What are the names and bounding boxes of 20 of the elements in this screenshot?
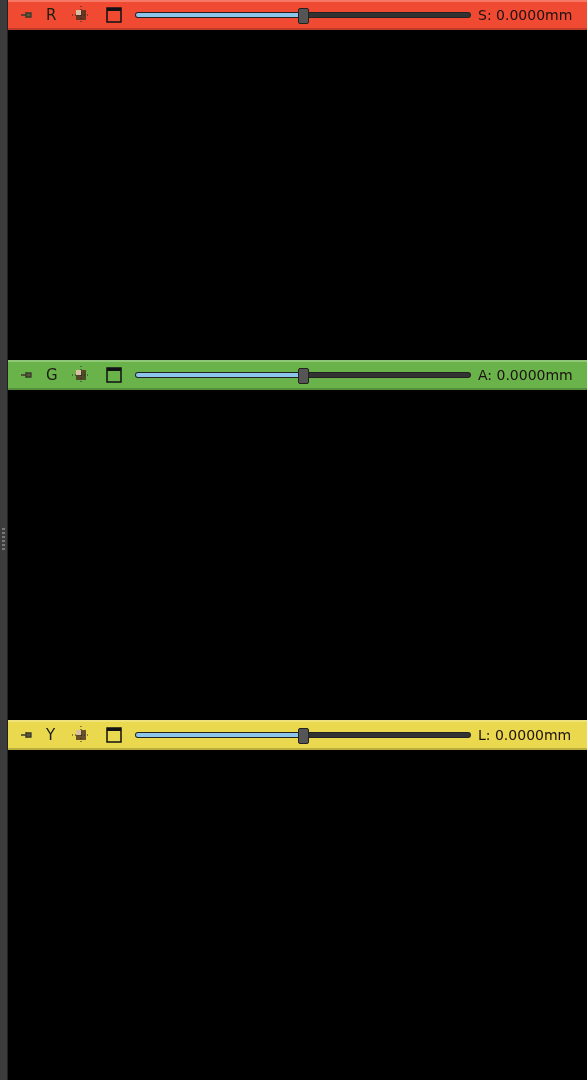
channel-label: Y	[46, 726, 57, 744]
window-icon[interactable]	[106, 727, 122, 743]
offset-reading: L: 0.0000mm	[478, 727, 572, 743]
pin-icon[interactable]	[20, 371, 34, 379]
offset-reading: A: 0.0000mm	[478, 367, 573, 383]
pin-icon[interactable]	[20, 731, 34, 739]
slider-thumb[interactable]	[298, 728, 309, 744]
slider-track[interactable]	[136, 8, 470, 22]
channel-label: G	[46, 366, 59, 384]
slider-thumb[interactable]	[298, 8, 309, 24]
grid-icon[interactable]	[72, 366, 90, 384]
channel-label: R	[46, 6, 58, 24]
offset-reading: S: 0.0000mm	[478, 7, 573, 23]
slider-thumb[interactable]	[298, 368, 309, 384]
grid-icon[interactable]	[72, 726, 90, 744]
slider-track[interactable]	[136, 728, 470, 742]
grip-icon	[2, 528, 5, 552]
slider-track[interactable]	[136, 368, 470, 382]
grid-icon[interactable]	[72, 6, 90, 24]
window-icon[interactable]	[106, 367, 122, 383]
